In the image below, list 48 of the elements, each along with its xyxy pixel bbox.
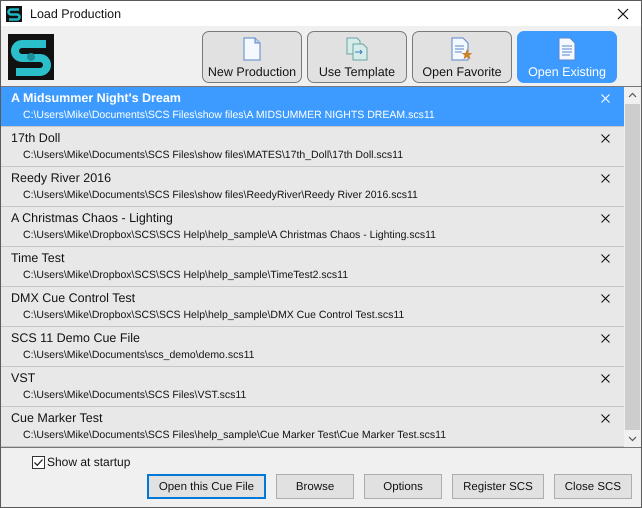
production-name: Reedy River 2016 xyxy=(11,170,112,187)
file-path: C:\Users\Mike\Documents\SCS Files\show files\ReedyRiver\Reedy River 2016.scs11 xyxy=(22,188,418,203)
remove-icon[interactable] xyxy=(601,134,610,143)
production-name: DMX Cue Control Test xyxy=(11,290,136,307)
scroll-thumb[interactable] xyxy=(625,104,640,430)
file-path: C:\Users\Mike\Documents\SCS Files\show files\MATES\17th_Doll\17th Doll.scs11 xyxy=(22,148,404,163)
remove-icon[interactable] xyxy=(601,374,610,383)
logo-icon xyxy=(8,34,54,80)
dialog-button[interactable]: Options xyxy=(364,474,442,499)
file-path: C:\Users\Mike\Documents\SCS Files\VST.scs11 xyxy=(22,388,246,403)
scroll-up-icon[interactable] xyxy=(628,92,637,98)
remove-icon[interactable] xyxy=(601,254,610,263)
copy-document-icon xyxy=(346,37,368,61)
dialog-button[interactable]: Register SCS xyxy=(452,474,544,499)
toolbar-button[interactable]: New Production xyxy=(202,31,302,83)
production-name: A Christmas Chaos - Lighting xyxy=(11,210,174,227)
document-icon xyxy=(243,37,261,61)
document-lines-icon xyxy=(558,37,576,61)
show-at-startup-checkbox[interactable]: Show at startup xyxy=(32,455,130,469)
checkbox[interactable] xyxy=(32,456,45,468)
file-path: C:\Users\Mike\Dropbox\SCS\SCS Help\help_sample\DMX Cue Control Test.scs11 xyxy=(22,308,404,323)
file-path: C:\Users\Mike\Documents\SCS Files\help_sample\Cue Marker Test\Cue Marker Test.scs11 xyxy=(22,428,446,443)
app-logo-icon xyxy=(6,6,22,22)
production-name: VST xyxy=(11,370,36,387)
dialog-button[interactable]: Open this Cue File xyxy=(146,474,266,499)
window-title: Load Production xyxy=(30,6,122,20)
scrollbar[interactable] xyxy=(624,87,641,447)
production-name: Cue Marker Test xyxy=(11,410,104,427)
production-name: A Midsummer Night's Dream xyxy=(11,90,182,107)
production-name: SCS 11 Demo Cue File xyxy=(11,330,141,347)
dialog-button[interactable]: Browse xyxy=(276,474,354,499)
production-name: 17th Doll xyxy=(11,130,62,147)
document-star-icon xyxy=(451,37,473,61)
scroll-down-icon[interactable] xyxy=(628,436,637,442)
remove-icon[interactable] xyxy=(601,174,610,183)
toolbar-button[interactable]: Use Template xyxy=(307,31,407,83)
toolbar-button[interactable]: Open Favorite xyxy=(412,31,512,83)
dialog-button[interactable]: Close SCS xyxy=(554,474,632,499)
production-name: Time Test xyxy=(11,250,66,267)
remove-icon[interactable] xyxy=(601,414,610,423)
file-path: C:\Users\Mike\Documents\SCS Files\show files\A MIDSUMMER NIGHTS DREAM.scs11 xyxy=(22,108,435,123)
file-path: C:\Users\Mike\Dropbox\SCS\SCS Help\help_sample\A Christmas Chaos - Lighting.scs11 xyxy=(22,228,436,243)
close-icon[interactable] xyxy=(617,8,629,20)
file-path: C:\Users\Mike\Dropbox\SCS\SCS Help\help_sample\TimeTest2.scs11 xyxy=(22,268,348,283)
remove-icon[interactable] xyxy=(601,294,610,303)
file-path: C:\Users\Mike\Documents\scs_demo\demo.scs11 xyxy=(22,348,254,363)
remove-icon[interactable] xyxy=(601,334,610,343)
remove-icon[interactable] xyxy=(601,214,610,223)
